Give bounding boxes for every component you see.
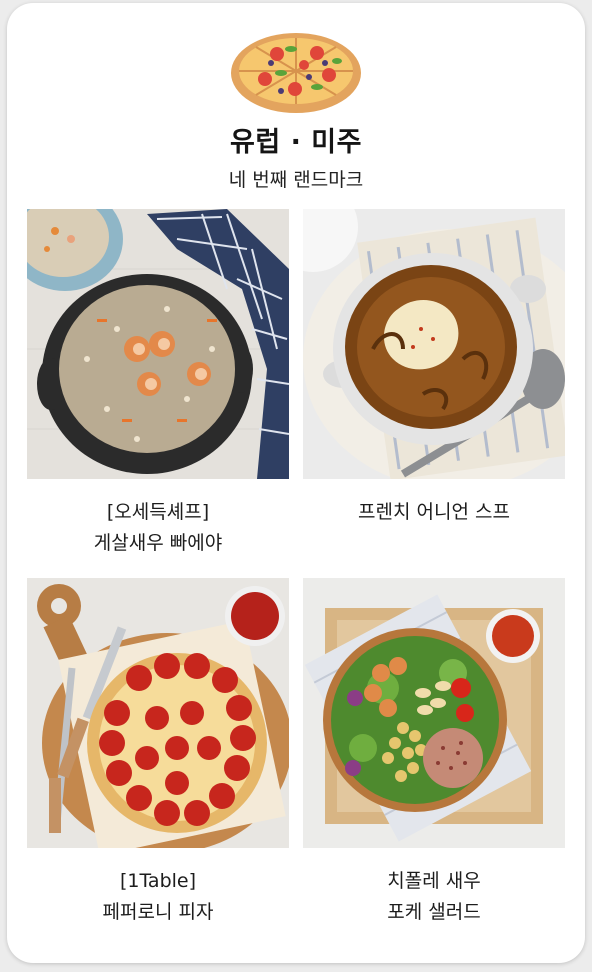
landmark-card: 유럽 · 미주 네 번째 랜드마크 [오세득셰프] 게살새우 빠에야 프렌치 어…	[7, 3, 585, 963]
menu-item-paella[interactable]: [오세득셰프] 게살새우 빠에야	[27, 209, 289, 559]
menu-item-name-line1: [1Table]	[119, 870, 197, 892]
menu-item-name-line1: 치폴레 새우	[387, 870, 481, 892]
menu-item-name[interactable]: 치폴레 새우 포케 샐러드	[303, 866, 565, 928]
paella-image[interactable]	[27, 209, 289, 479]
menu-item-name-line1: [오세득셰프]	[106, 501, 210, 523]
pizza-icon	[231, 33, 361, 113]
menu-item-name-line1: 프렌치 어니언 스프	[358, 501, 510, 523]
pepperoni-pizza-image[interactable]	[27, 578, 289, 848]
menu-item-name-line2: 페퍼로니 피자	[102, 901, 214, 923]
menu-item-poke-salad[interactable]: 치폴레 새우 포케 샐러드	[303, 578, 565, 928]
menu-item-pepperoni-pizza[interactable]: [1Table] 페퍼로니 피자	[27, 578, 289, 928]
onion-soup-image[interactable]	[303, 209, 565, 479]
poke-salad-image[interactable]	[303, 578, 565, 848]
menu-item-onion-soup[interactable]: 프렌치 어니언 스프	[303, 209, 565, 528]
menu-item-name[interactable]: [1Table] 페퍼로니 피자	[27, 866, 289, 928]
menu-item-name[interactable]: 프렌치 어니언 스프	[303, 497, 565, 528]
menu-item-name-line2: 포케 샐러드	[387, 901, 481, 923]
section-subtitle: 네 번째 랜드마크	[228, 169, 364, 191]
menu-item-name[interactable]: [오세득셰프] 게살새우 빠에야	[27, 497, 289, 559]
menu-item-name-line2: 게살새우 빠에야	[93, 532, 223, 554]
section-title: 유럽 · 미주	[230, 127, 362, 158]
